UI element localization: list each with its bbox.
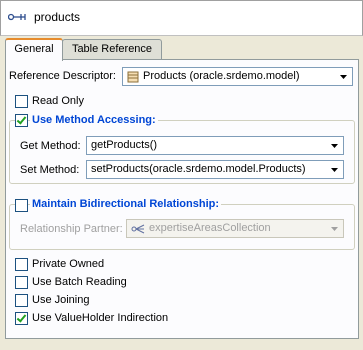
relationship-partner-label: Relationship Partner:: [20, 223, 123, 235]
reference-descriptor-label: Reference Descriptor:: [9, 70, 116, 82]
editor-header: products: [0, 0, 363, 36]
relationship-partner-value: expertiseAreasCollection: [149, 222, 271, 234]
maintain-bidirectional-label: Maintain Bidirectional Relationship:: [30, 198, 222, 210]
read-only-checkbox[interactable]: [15, 95, 28, 108]
get-method-value: getProducts(): [91, 139, 158, 151]
use-batch-reading-label: Use Batch Reading: [32, 276, 127, 288]
use-method-accessing-checkbox[interactable]: [15, 114, 28, 127]
set-method-value: setProducts(oracle.srdemo.model.Products…: [91, 163, 306, 175]
header-title: products: [34, 10, 81, 24]
class-icon: [127, 71, 139, 83]
use-valueholder-indirection-checkbox[interactable]: [15, 312, 28, 325]
use-method-accessing-label: Use Method Accessing:: [30, 114, 158, 126]
private-owned-label: Private Owned: [32, 258, 105, 270]
reference-descriptor-combo[interactable]: Products (oracle.srdemo.model): [122, 67, 353, 86]
relationship-icon: [8, 13, 26, 21]
tab-table-reference[interactable]: Table Reference: [62, 39, 162, 59]
read-only-label: Read Only: [32, 95, 84, 107]
tab-general[interactable]: General: [5, 38, 63, 61]
get-method-combo[interactable]: getProducts(): [86, 136, 344, 155]
maintain-bidirectional-checkbox[interactable]: [15, 199, 28, 212]
get-method-label: Get Method:: [20, 140, 81, 152]
chevron-down-icon[interactable]: [335, 68, 352, 85]
chevron-down-icon[interactable]: [326, 137, 343, 154]
chevron-down-icon[interactable]: [326, 161, 343, 178]
relationship-partner-combo[interactable]: expertiseAreasCollection: [126, 219, 344, 238]
relationship-icon: [131, 224, 145, 234]
use-joining-checkbox[interactable]: [15, 294, 28, 307]
private-owned-checkbox[interactable]: [15, 258, 28, 271]
use-joining-label: Use Joining: [32, 294, 90, 306]
general-panel: Reference Descriptor: Products (oracle.s…: [5, 59, 359, 339]
set-method-combo[interactable]: setProducts(oracle.srdemo.model.Products…: [86, 160, 344, 179]
set-method-label: Set Method:: [20, 164, 80, 176]
reference-descriptor-value: Products (oracle.srdemo.model): [143, 70, 300, 82]
use-batch-reading-checkbox[interactable]: [15, 276, 28, 289]
chevron-down-icon[interactable]: [326, 220, 343, 237]
use-valueholder-indirection-label: Use ValueHolder Indirection: [32, 312, 169, 324]
